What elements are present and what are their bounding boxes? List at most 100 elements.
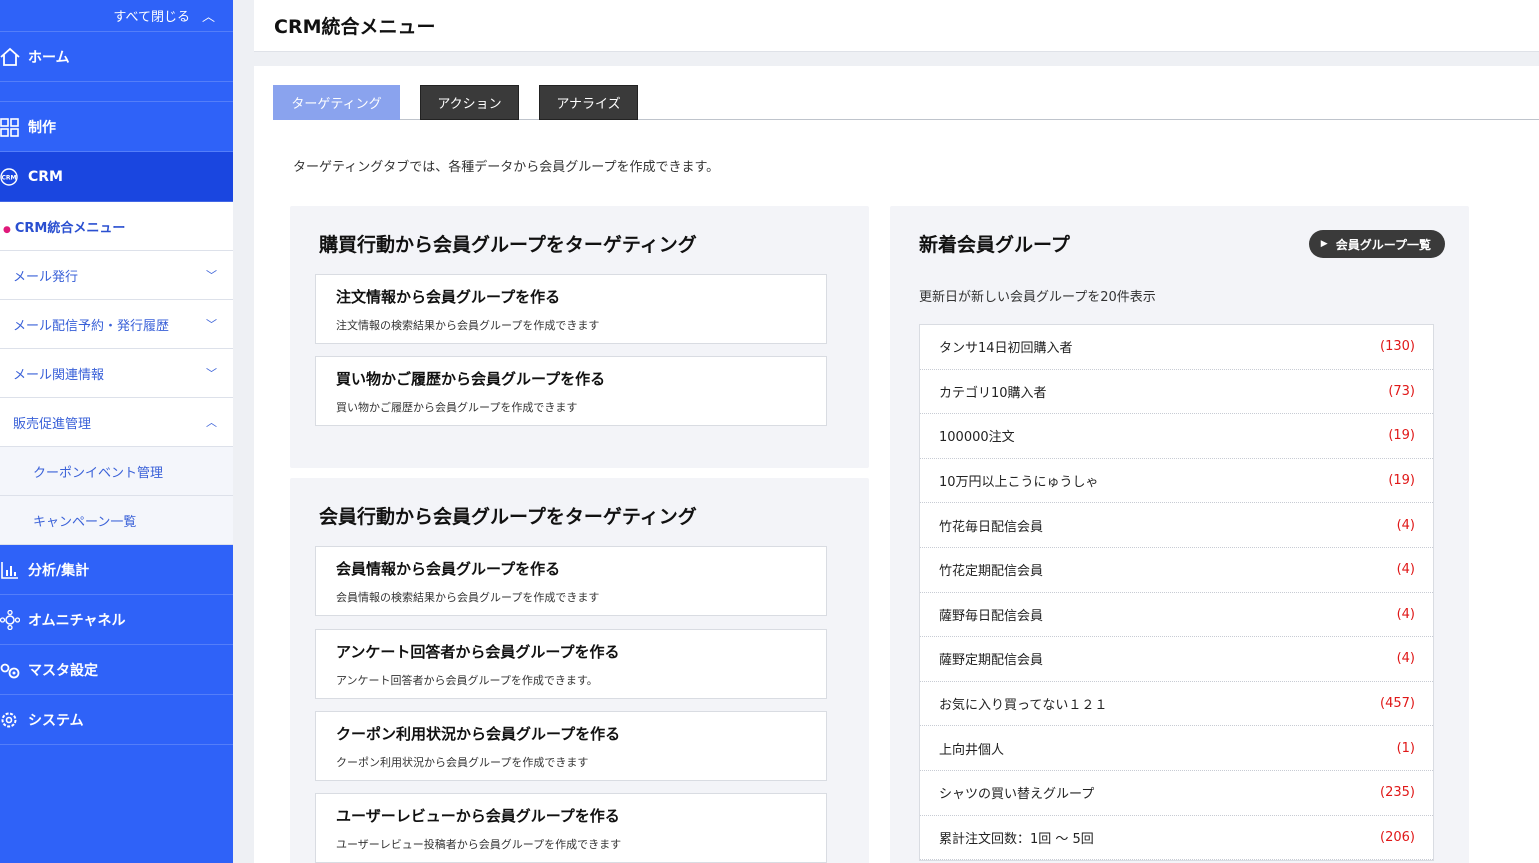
group-count: (19) [1388,473,1415,489]
sidebar-item-crm[interactable]: CRM CRM [0,152,233,202]
survey-group-link[interactable]: アンケート回答者から会員グループを作る アンケート回答者から会員グループを作成で… [315,629,827,699]
main-content: ターゲティング アクション アナライズ ターゲティングタブでは、各種データから会… [254,66,1539,863]
sidebar-item-crm-menu[interactable]: ● CRM統合メニュー [0,202,233,251]
chevron-down-icon: ﹀ [206,367,217,380]
sidebar-label-mail-info: メール関連情報 [13,367,105,383]
purchase-card-title: 購買行動から会員グループをターゲティング [319,234,697,256]
chevron-down-icon: ﹀ [206,269,217,282]
crm-icon-text: CRM [2,174,17,181]
sidebar-label-system: システム [28,712,84,729]
crm-icon: CRM [0,167,28,187]
group-count: (4) [1396,651,1415,667]
group-name: シャツの買い替えグループ [939,787,1095,803]
group-count: (4) [1396,562,1415,578]
list-item[interactable]: お気に入り買ってない１２１ (457) [920,682,1433,727]
sidebar-label-analysis: 分析/集計 [28,562,90,579]
sidebar-divider [0,82,233,102]
grid-icon [0,117,28,137]
group-name: 薩野毎日配信会員 [939,608,1044,624]
sidebar-item-production[interactable]: 制作 [0,102,233,152]
item-title: 買い物かご履歴から会員グループを作る [336,370,606,388]
list-item[interactable]: 100000注文 (19) [920,414,1433,459]
purchase-targeting-card: 購買行動から会員グループをターゲティング 注文情報から会員グループを作る 注文情… [290,206,869,468]
tab-targeting[interactable]: ターゲティング [273,85,400,120]
sidebar-item-home[interactable]: ホーム [0,32,233,82]
group-list-label: 会員グループ一覧 [1335,237,1431,252]
tab-analyze[interactable]: アナライズ [539,85,638,120]
item-desc: アンケート回答者から会員グループを作成できます。 [336,674,598,687]
item-desc: クーポン利用状況から会員グループを作成できます [336,756,589,769]
chevron-up-icon: ︿ [201,10,215,25]
sidebar-item-mail-issue[interactable]: メール発行 ﹀ [0,251,233,300]
item-title: クーポン利用状況から会員グループを作る [336,725,621,743]
new-groups-card: 新着会員グループ ▶ 会員グループ一覧 更新日が新しい会員グループを20件表示 … [890,206,1469,863]
collapse-all-label: すべて閉じる [113,10,190,25]
list-item[interactable]: シャツの買い替えグループ (235) [920,771,1433,816]
member-info-group-link[interactable]: 会員情報から会員グループを作る 会員情報の検索結果から会員グループを作成できます [315,546,827,616]
list-item[interactable]: タンサ14日初回購入者 (130) [920,325,1433,370]
sidebar-item-campaign-list[interactable]: キャンペーン一覧 [0,496,233,545]
sidebar-item-coupon-event[interactable]: クーポンイベント管理 [0,447,233,496]
review-group-link[interactable]: ユーザーレビューから会員グループを作る ユーザーレビュー投稿者から会員グループを… [315,793,827,863]
group-name: お気に入り買ってない１２１ [939,698,1108,714]
sidebar-item-mail-info[interactable]: メール関連情報 ﹀ [0,349,233,398]
group-count: (457) [1380,696,1415,712]
group-count: (235) [1380,785,1415,801]
item-desc: 会員情報の検索結果から会員グループを作成できます [336,591,600,604]
list-item[interactable]: 薩野定期配信会員 (4) [920,637,1433,682]
sidebar-item-system[interactable]: システム [0,695,233,745]
sidebar-label-omnichannel: オムニチャネル [28,612,126,629]
member-card-title: 会員行動から会員グループをターゲティング [319,506,697,528]
group-name: 100000注文 [939,430,1015,446]
order-info-group-link[interactable]: 注文情報から会員グループを作る 注文情報の検索結果から会員グループを作成できます [315,274,827,344]
intro-text: ターゲティングタブでは、各種データから会員グループを作成できます。 [293,160,720,175]
home-icon [0,47,28,67]
group-name: 竹花定期配信会員 [939,564,1044,580]
sidebar-item-omnichannel[interactable]: オムニチャネル [0,595,233,645]
sidebar-item-analysis[interactable]: 分析/集計 [0,545,233,595]
list-item[interactable]: 累計注文回数：1回 〜 5回 (206) [920,816,1433,861]
item-desc: 注文情報の検索結果から会員グループを作成できます [336,319,600,332]
group-name: カテゴリ10購入者 [939,385,1047,401]
group-name: 上向井個人 [939,742,1005,758]
sidebar-label-home: ホーム [28,49,70,66]
group-count: (4) [1396,606,1415,622]
sidebar-item-promotion[interactable]: 販売促進管理 ︿ [0,398,233,447]
sidebar-label-mail-schedule: メール配信予約・発行履歴 [13,318,170,334]
sidebar-item-mail-schedule[interactable]: メール配信予約・発行履歴 ﹀ [0,300,233,349]
collapse-all-button[interactable]: すべて閉じる ︿ [0,0,233,32]
list-item[interactable]: カテゴリ10購入者 (73) [920,370,1433,415]
coupon-usage-group-link[interactable]: クーポン利用状況から会員グループを作る クーポン利用状況から会員グループを作成で… [315,711,827,781]
list-item[interactable]: 上向井個人 (1) [920,726,1433,771]
chevron-down-icon: ﹀ [206,318,217,331]
sidebar-label-production: 制作 [28,119,56,136]
gear-icon [0,710,28,730]
tab-action[interactable]: アクション [420,85,519,120]
sidebar-label-promotion: 販売促進管理 [13,416,92,432]
tab-bar: ターゲティング アクション アナライズ [273,85,1539,120]
list-item[interactable]: 竹花毎日配信会員 (4) [920,503,1433,548]
group-list-button[interactable]: ▶ 会員グループ一覧 [1308,230,1445,258]
sidebar-item-master[interactable]: マスタ設定 [0,645,233,695]
item-desc: 買い物かご履歴から会員グループを作成できます [336,401,578,414]
group-count: (206) [1380,829,1415,845]
sidebar-label-crm: CRM [28,168,63,185]
member-targeting-card: 会員行動から会員グループをターゲティング 会員情報から会員グループを作る 会員情… [290,478,869,863]
group-list: タンサ14日初回購入者 (130) カテゴリ10購入者 (73) 100000注文 (… [919,324,1434,862]
bar-chart-icon [0,560,28,580]
group-count: (19) [1388,428,1415,444]
list-item[interactable]: 薩野毎日配信会員 (4) [920,593,1433,638]
list-item[interactable]: 10万円以上こうにゅうしゃ (19) [920,459,1433,504]
gears-icon [0,660,28,680]
item-title: 注文情報から会員グループを作る [336,288,561,306]
group-count: (73) [1388,383,1415,399]
sidebar-label-master: マスタ設定 [28,662,98,679]
list-item[interactable]: 竹花定期配信会員 (4) [920,548,1433,593]
page-title: CRM統合メニュー [274,16,436,38]
group-name: 薩野定期配信会員 [939,653,1044,669]
group-name: 竹花毎日配信会員 [939,519,1044,535]
play-icon: ▶ [1320,239,1328,249]
item-desc: ユーザーレビュー投稿者から会員グループを作成できます [336,838,622,851]
cart-history-group-link[interactable]: 買い物かご履歴から会員グループを作る 買い物かご履歴から会員グループを作成できま… [315,356,827,426]
group-name: 10万円以上こうにゅうしゃ [939,475,1099,491]
